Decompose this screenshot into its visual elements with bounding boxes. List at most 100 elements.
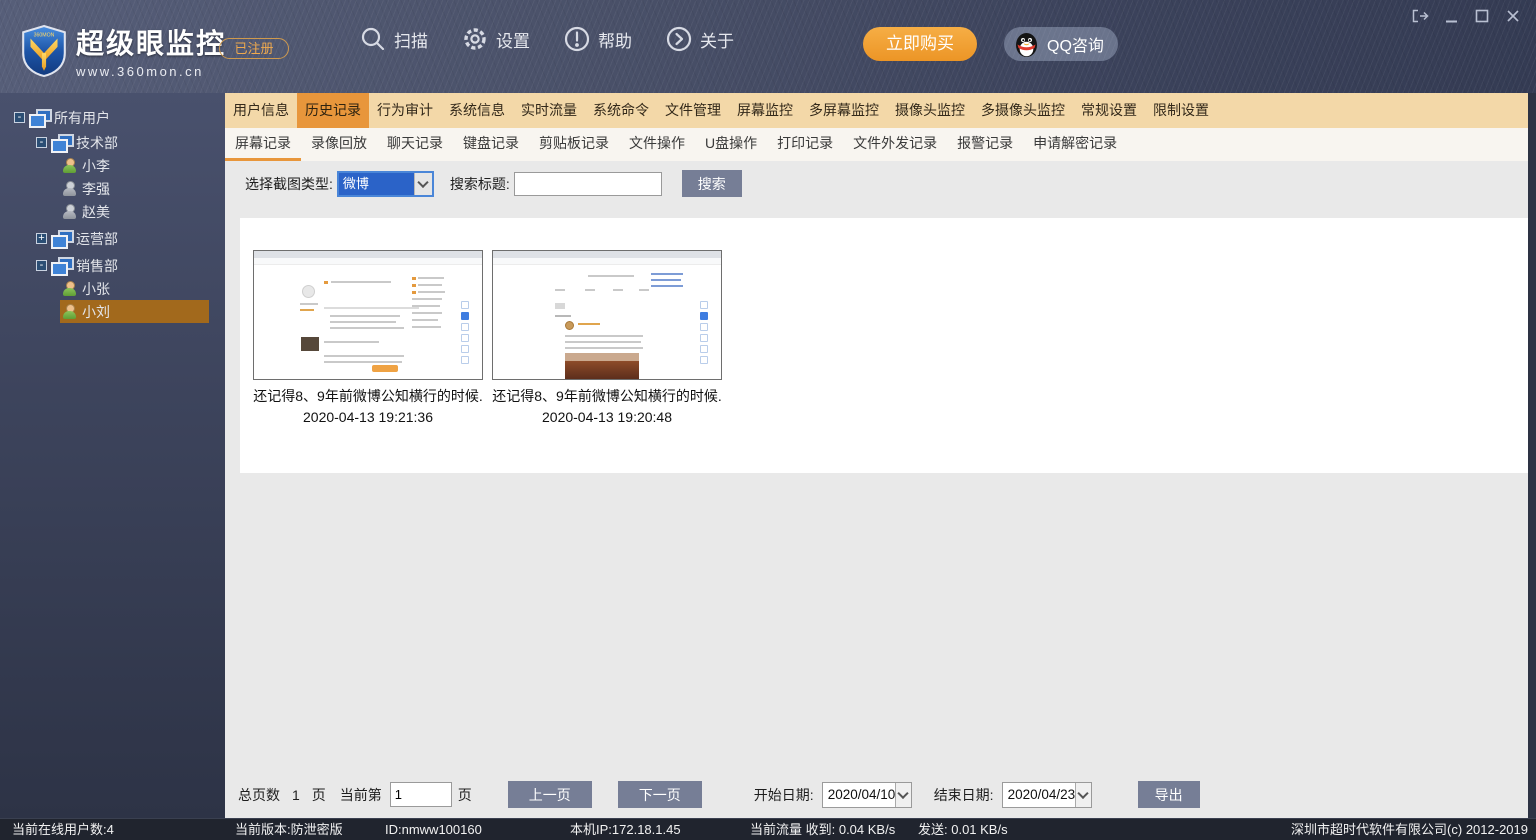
app-logo: 360MON 超级眼监控 www.360mon.cn bbox=[20, 22, 226, 79]
tree-item-xiaoli[interactable]: 小李 bbox=[0, 154, 225, 177]
screenshot-type-select[interactable]: 微博 bbox=[336, 170, 434, 197]
about-button[interactable]: 关于 bbox=[666, 26, 734, 52]
tree-item-liqiang[interactable]: 李强 bbox=[0, 177, 225, 200]
tab-history[interactable]: 历史记录 bbox=[297, 93, 369, 128]
screenshot-result-card: 还记得8、9年前微博公知横行的时候. 2020-04-13 19:20:48 bbox=[489, 250, 725, 425]
subtab-screen-record[interactable]: 屏幕记录 bbox=[225, 128, 301, 161]
start-date-select[interactable]: 2020/04/10 bbox=[821, 781, 912, 808]
settings-label: 设置 bbox=[496, 31, 530, 51]
settings-button[interactable]: 设置 bbox=[462, 26, 530, 52]
screenshot-title: 还记得8、9年前微博公知横行的时候. bbox=[253, 388, 483, 404]
registered-badge: 已注册 bbox=[219, 38, 289, 59]
subtab-keyboard-record[interactable]: 键盘记录 bbox=[453, 128, 529, 161]
collapse-icon[interactable] bbox=[36, 137, 47, 148]
traffic-received-status: 当前流量 收到: 0.04 KB/s bbox=[750, 822, 896, 837]
tab-limit-settings[interactable]: 限制设置 bbox=[1145, 93, 1217, 128]
user-online-icon bbox=[62, 280, 78, 297]
tab-system-command[interactable]: 系统命令 bbox=[585, 93, 657, 128]
export-button[interactable]: 导出 bbox=[1137, 781, 1200, 808]
window-edge bbox=[1528, 93, 1536, 818]
subtab-file-operation[interactable]: 文件操作 bbox=[619, 128, 695, 161]
about-icon bbox=[666, 26, 692, 52]
tree-item-xiaozhang[interactable]: 小张 bbox=[0, 277, 225, 300]
shield-logo-icon: 360MON bbox=[22, 24, 66, 77]
tree-item-operations-dept[interactable]: 运营部 bbox=[0, 227, 225, 250]
app-website: www.360mon.cn bbox=[76, 64, 204, 79]
app-title: 超级眼监控 bbox=[76, 28, 227, 59]
status-bar: 当前在线用户数:4 当前版本:防泄密版 ID:nmww100160 本机IP:1… bbox=[0, 818, 1536, 840]
end-date-label: 结束日期: bbox=[933, 786, 994, 803]
prev-page-button[interactable]: 上一页 bbox=[507, 781, 592, 808]
tab-behavior-audit[interactable]: 行为审计 bbox=[369, 93, 441, 128]
scan-label: 扫描 bbox=[394, 31, 428, 51]
maximize-icon[interactable] bbox=[1473, 8, 1491, 24]
filter-bar: 选择截图类型: 微博 搜索标题: 搜索 bbox=[225, 161, 1536, 206]
tree-item-zhaomei[interactable]: 赵美 bbox=[0, 200, 225, 223]
tab-user-info[interactable]: 用户信息 bbox=[225, 93, 297, 128]
tree-item-xiaoliu-selected[interactable]: 小刘 bbox=[0, 300, 225, 323]
tree-item-tech-dept[interactable]: 技术部 bbox=[0, 131, 225, 154]
tab-camera-monitor[interactable]: 摄像头监控 bbox=[887, 93, 973, 128]
total-pages-label: 总页数 bbox=[238, 786, 280, 803]
help-icon bbox=[564, 26, 590, 52]
tab-multi-camera-monitor[interactable]: 多摄像头监控 bbox=[973, 93, 1073, 128]
header-nav: 扫描 设置 帮助 关于 bbox=[360, 26, 734, 52]
results-panel: 还记得8、9年前微博公知横行的时候. 2020-04-13 19:21:36 还… bbox=[240, 218, 1528, 473]
computers-group-icon bbox=[29, 109, 52, 128]
start-date-label: 开始日期: bbox=[753, 786, 814, 803]
tree-item-label: 赵美 bbox=[82, 203, 110, 220]
local-ip-status: 本机IP:172.18.1.45 bbox=[570, 822, 681, 837]
machine-id-status: ID:nmww100160 bbox=[385, 822, 482, 837]
subtab-video-playback[interactable]: 录像回放 bbox=[301, 128, 377, 161]
next-page-button[interactable]: 下一页 bbox=[617, 781, 702, 808]
main-content: 用户信息 历史记录 行为审计 系统信息 实时流量 系统命令 文件管理 屏幕监控 … bbox=[225, 93, 1536, 818]
scan-button[interactable]: 扫描 bbox=[360, 26, 428, 52]
tree-item-label: 小张 bbox=[82, 280, 110, 297]
collapse-icon[interactable] bbox=[36, 260, 47, 271]
close-icon[interactable] bbox=[1504, 8, 1522, 24]
minimize-icon[interactable] bbox=[1442, 8, 1460, 24]
user-offline-icon bbox=[62, 203, 78, 220]
tree-item-label: 技术部 bbox=[76, 134, 118, 151]
qq-consult-label: QQ咨询 bbox=[1047, 38, 1104, 55]
chevron-down-icon[interactable] bbox=[413, 172, 432, 195]
search-title-input[interactable] bbox=[513, 171, 662, 196]
sub-tab-bar: 屏幕记录 录像回放 聊天记录 键盘记录 剪贴板记录 文件操作 U盘操作 打印记录… bbox=[225, 128, 1536, 161]
app-header: 360MON 超级眼监控 www.360mon.cn 已注册 扫描 设置 帮助 bbox=[0, 0, 1536, 93]
total-pages-value: 1 bbox=[292, 786, 300, 803]
current-page-input[interactable] bbox=[389, 782, 452, 807]
chevron-down-icon[interactable] bbox=[1075, 782, 1091, 807]
subtab-clipboard-record[interactable]: 剪贴板记录 bbox=[529, 128, 619, 161]
screenshot-type-label: 选择截图类型: bbox=[245, 175, 333, 192]
tab-realtime-traffic[interactable]: 实时流量 bbox=[513, 93, 585, 128]
search-button[interactable]: 搜索 bbox=[681, 170, 742, 197]
subtab-decrypt-request-record[interactable]: 申请解密记录 bbox=[1023, 128, 1127, 161]
expand-icon[interactable] bbox=[36, 233, 47, 244]
version-status: 当前版本:防泄密版 bbox=[235, 822, 343, 837]
search-icon bbox=[361, 27, 385, 51]
current-page-label: 当前第 bbox=[339, 786, 382, 803]
screenshot-thumbnail[interactable] bbox=[253, 250, 483, 380]
tab-multi-screen-monitor[interactable]: 多屏幕监控 bbox=[801, 93, 887, 128]
tree-item-sales-dept[interactable]: 销售部 bbox=[0, 254, 225, 277]
end-date-select[interactable]: 2020/04/23 bbox=[1001, 781, 1092, 808]
tab-general-settings[interactable]: 常规设置 bbox=[1073, 93, 1145, 128]
subtab-usb-operation[interactable]: U盘操作 bbox=[695, 128, 767, 161]
subtab-file-outgoing-record[interactable]: 文件外发记录 bbox=[843, 128, 947, 161]
tab-file-manage[interactable]: 文件管理 bbox=[657, 93, 729, 128]
tab-screen-monitor[interactable]: 屏幕监控 bbox=[729, 93, 801, 128]
tree-item-label: 李强 bbox=[82, 180, 110, 197]
subtab-print-record[interactable]: 打印记录 bbox=[767, 128, 843, 161]
help-button[interactable]: 帮助 bbox=[564, 26, 632, 52]
popout-icon[interactable] bbox=[1411, 8, 1429, 24]
collapse-icon[interactable] bbox=[14, 112, 25, 123]
qq-consult-button[interactable]: QQ咨询 bbox=[1004, 27, 1118, 61]
subtab-alarm-record[interactable]: 报警记录 bbox=[947, 128, 1023, 161]
pages-unit: 页 bbox=[311, 786, 326, 803]
chevron-down-icon[interactable] bbox=[895, 782, 911, 807]
tab-system-info[interactable]: 系统信息 bbox=[441, 93, 513, 128]
screenshot-thumbnail[interactable] bbox=[492, 250, 722, 380]
subtab-chat-record[interactable]: 聊天记录 bbox=[377, 128, 453, 161]
tree-item-all-users[interactable]: 所有用户 bbox=[0, 106, 225, 129]
buy-now-button[interactable]: 立即购买 bbox=[863, 27, 977, 61]
